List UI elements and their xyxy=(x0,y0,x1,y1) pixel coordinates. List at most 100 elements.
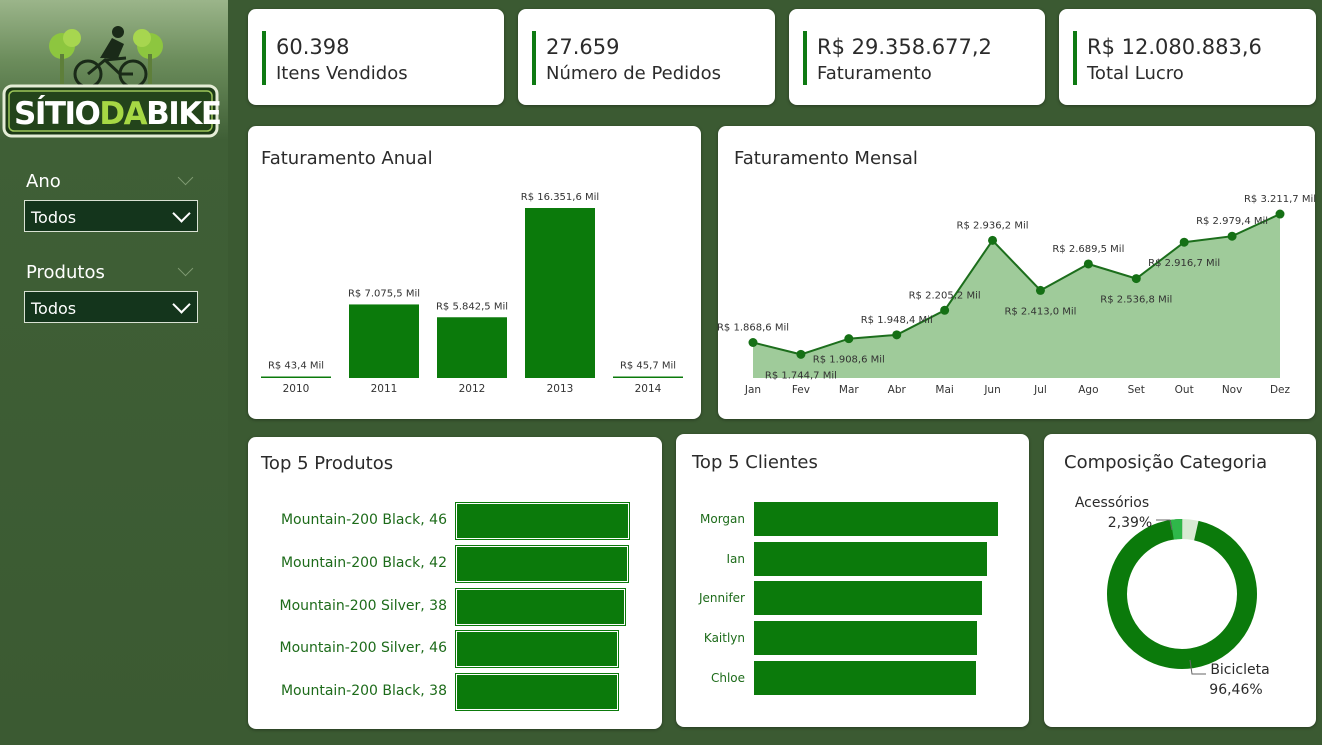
category-label: Kaitlyn xyxy=(703,631,745,646)
kpi-card-itens: 60.398 Itens Vendidos xyxy=(248,9,504,105)
bar xyxy=(261,376,331,378)
chevron-down-icon[interactable] xyxy=(177,169,194,186)
bar xyxy=(437,317,507,378)
category-label: Mountain-200 Silver, 38 xyxy=(279,597,447,614)
data-label: R$ 2.936,2 Mil xyxy=(957,220,1029,231)
category-label: Jennifer xyxy=(698,591,745,606)
kpi-accent-bar xyxy=(532,31,536,85)
data-label: 2,39% xyxy=(1108,515,1152,531)
category-label: Mountain-200 Black, 46 xyxy=(280,512,447,528)
data-label: R$ 2.916,7 Mil xyxy=(1148,258,1220,269)
area-fill xyxy=(753,214,1280,378)
chevron-down-icon xyxy=(172,295,191,314)
data-label: 96,46% xyxy=(1209,682,1262,698)
bar xyxy=(754,621,978,656)
data-point xyxy=(1131,274,1141,284)
data-point xyxy=(1083,259,1093,269)
x-tick-label: Jan xyxy=(744,384,761,396)
monthly-area-chart: R$ 1.868,6 Mil Jan R$ 1.744,7 Mil Fev R$ 1.9… xyxy=(718,194,1315,396)
x-tick-label: 2010 xyxy=(283,383,310,395)
filter-label-ano: Ano xyxy=(26,171,61,192)
kpi-accent-bar xyxy=(1073,31,1077,85)
filter-value-produtos: Todos xyxy=(31,299,77,318)
chart-top5-clientes: Top 5 Clientes Morgan Ian Jennifer Kaitlyn C… xyxy=(676,434,1029,727)
x-tick-label: 2012 xyxy=(459,383,486,395)
x-tick-label: Jun xyxy=(983,384,1000,396)
category-label: Bicicleta xyxy=(1210,662,1269,678)
bar xyxy=(454,544,630,583)
x-tick-label: 2013 xyxy=(547,383,574,395)
data-label: R$ 45,7 Mil xyxy=(620,361,676,372)
x-tick-label: Dez xyxy=(1270,384,1291,396)
chart-composicao-categoria: Composição Categoria Acessórios 2,39% Bici… xyxy=(1044,434,1316,727)
filter-select-ano[interactable]: Todos xyxy=(24,200,198,232)
kpi-card-faturamento: R$ 29.358.677,2 Faturamento xyxy=(789,9,1045,105)
x-tick-label: 2011 xyxy=(371,383,398,395)
kpi-value: R$ 29.358.677,2 xyxy=(817,35,992,59)
category-label: Mountain-200 Black, 38 xyxy=(280,683,447,699)
data-label: R$ 7.075,5 Mil xyxy=(348,288,420,299)
category-label: Mountain-200 Silver, 46 xyxy=(279,640,447,657)
data-point xyxy=(940,305,950,315)
bar xyxy=(349,304,419,378)
kpi-label: Número de Pedidos xyxy=(546,63,721,84)
x-tick-label: Set xyxy=(1128,384,1145,396)
filter-select-produtos[interactable]: Todos xyxy=(24,291,198,323)
chevron-down-icon xyxy=(172,204,191,223)
data-point xyxy=(988,235,998,245)
bar xyxy=(613,376,683,378)
x-tick-label: Out xyxy=(1175,384,1194,396)
kpi-value: 60.398 xyxy=(276,35,350,59)
kpi-accent-bar xyxy=(262,31,266,85)
logo: SÍTIODABIKE xyxy=(0,24,228,140)
bar xyxy=(525,208,595,378)
kpi-accent-bar xyxy=(803,31,807,85)
data-point xyxy=(1275,209,1285,219)
data-label: R$ 2.689,5 Mil xyxy=(1052,244,1124,255)
category-label: Ian xyxy=(726,551,746,566)
chart-faturamento-anual: Faturamento Anual R$ 43,4 Mil 2010 R$ 7.07… xyxy=(248,126,701,419)
x-tick-label: Abr xyxy=(888,384,907,396)
x-tick-label: Mar xyxy=(839,384,859,396)
x-tick-label: Jul xyxy=(1033,384,1047,396)
chart-faturamento-mensal: Faturamento Mensal R$ 1.868,6 Mil Jan R$ 1… xyxy=(718,126,1315,419)
data-point xyxy=(1227,231,1237,241)
filter-label-produtos: Produtos xyxy=(26,262,105,283)
data-label: R$ 43,4 Mil xyxy=(268,361,324,372)
x-tick-label: Fev xyxy=(792,384,810,396)
filter-value-ano: Todos xyxy=(31,208,77,227)
data-label: R$ 2.979,4 Mil xyxy=(1196,216,1268,227)
data-point xyxy=(1179,237,1189,247)
x-tick-label: Ago xyxy=(1078,384,1098,396)
data-point xyxy=(1035,285,1045,295)
bar xyxy=(455,587,626,626)
kpi-card-lucro: R$ 12.080.883,6 Total Lucro xyxy=(1059,9,1316,105)
data-label: R$ 2.536,8 Mil xyxy=(1100,295,1172,306)
category-label: Morgan xyxy=(700,512,745,526)
kpi-card-pedidos: 27.659 Número de Pedidos xyxy=(518,9,775,105)
category-donut-chart: Acessórios 2,39% Bicicleta 96,46% xyxy=(1075,495,1270,698)
category-label: Chloe xyxy=(710,670,745,685)
data-label: R$ 3.211,7 Mil xyxy=(1244,194,1315,205)
kpi-label: Itens Vendidos xyxy=(276,63,408,84)
bar xyxy=(754,581,982,616)
data-label: R$ 1.948,4 Mil xyxy=(861,315,933,326)
kpi-label: Faturamento xyxy=(817,63,932,84)
chevron-down-icon[interactable] xyxy=(177,260,194,277)
x-tick-label: 2014 xyxy=(635,383,662,395)
x-tick-label: Nov xyxy=(1222,384,1243,396)
top5-clientes-bars: Morgan Ian Jennifer Kaitlyn Chloe xyxy=(676,434,1029,727)
data-label: R$ 16.351,6 Mil xyxy=(521,192,599,203)
bar xyxy=(455,673,619,711)
data-point xyxy=(844,334,854,344)
data-label: R$ 1.908,6 Mil xyxy=(813,355,885,366)
bar xyxy=(754,660,977,695)
kpi-label: Total Lucro xyxy=(1087,63,1184,84)
data-point xyxy=(748,338,758,347)
bar xyxy=(455,502,630,540)
bar xyxy=(754,502,998,536)
kpi-value: 27.659 xyxy=(546,35,620,59)
chart-top5-produtos: Top 5 Produtos Mountain-200 Black, 46 Mou… xyxy=(248,437,662,729)
top5-produtos-bars: Mountain-200 Black, 46 Mountain-200 Black… xyxy=(248,437,662,729)
sidebar: SÍTIODABIKE Ano Todos Produtos Todos xyxy=(0,0,228,745)
